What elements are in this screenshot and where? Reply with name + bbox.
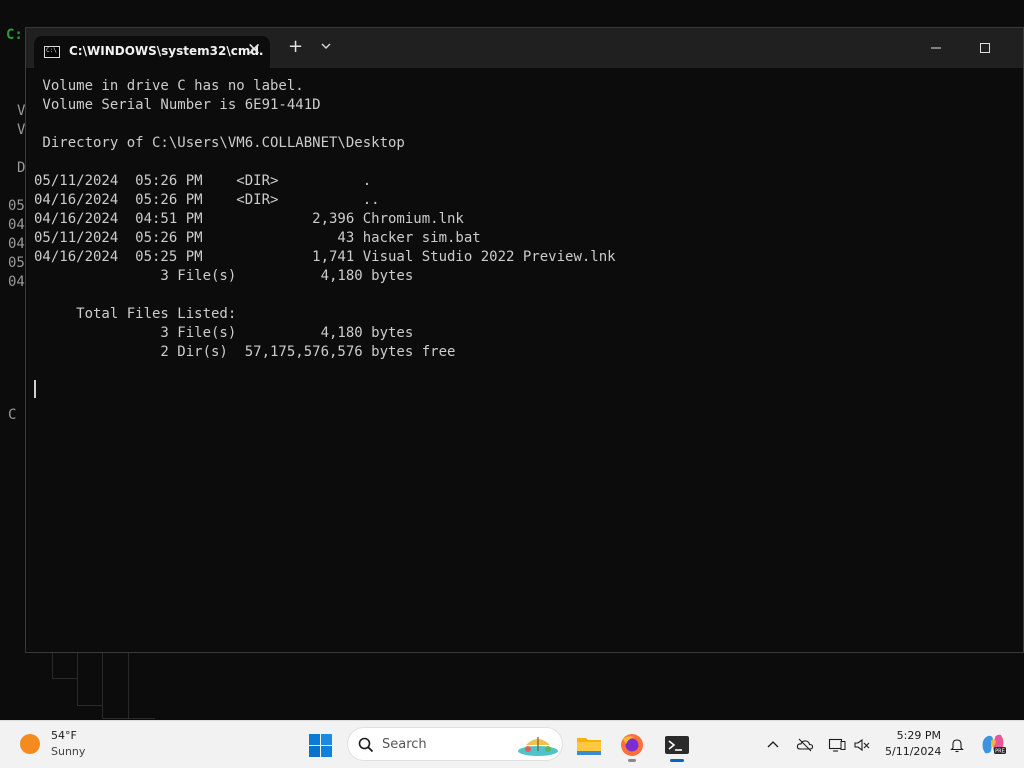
console-line: 2 Dir(s) 57,175,576,576 bytes free bbox=[34, 344, 456, 360]
tab-title: C:\WINDOWS\system32\cmd. bbox=[69, 44, 264, 58]
console-line: Volume Serial Number is 6E91-441D bbox=[34, 97, 321, 113]
console-line: 04/16/2024 05:25 PM 1,741 Visual Studio … bbox=[34, 249, 616, 265]
background-edge-text: C bbox=[8, 407, 17, 423]
search-icon bbox=[358, 737, 374, 753]
console-line: 3 File(s) 4,180 bytes bbox=[34, 268, 414, 284]
console-line: 05/11/2024 05:26 PM 43 hacker sim.bat bbox=[34, 230, 481, 246]
background-decoration bbox=[128, 653, 155, 719]
console-line: Volume in drive C has no label. bbox=[34, 78, 304, 94]
console-line: Directory of C:\Users\VM6.COLLABNET\Desk… bbox=[34, 135, 405, 151]
console-line: 04/16/2024 04:51 PM 2,396 Chromium.lnk bbox=[34, 211, 464, 227]
terminal-icon[interactable] bbox=[659, 727, 695, 763]
background-edge-text: 04 bbox=[8, 236, 25, 252]
weather-temperature: 54°F bbox=[51, 729, 77, 742]
terminal-window: C:\WINDOWS\system32\cmd. ✕ + Volume in d… bbox=[25, 27, 1024, 653]
search-highlight-icon bbox=[516, 731, 560, 757]
search-placeholder: Search bbox=[382, 737, 427, 752]
console-output[interactable]: Volume in drive C has no label. Volume S… bbox=[34, 77, 616, 362]
running-indicator bbox=[628, 759, 636, 762]
chevron-down-icon[interactable] bbox=[318, 38, 334, 54]
network-volume-icon[interactable] bbox=[853, 737, 871, 753]
minimize-button[interactable] bbox=[922, 34, 962, 62]
tab-cmd[interactable]: C:\WINDOWS\system32\cmd. ✕ bbox=[34, 36, 270, 68]
clock-time[interactable]: 5:29 PM bbox=[885, 729, 941, 742]
firefox-icon[interactable] bbox=[614, 727, 650, 763]
background-prompt-text: C: bbox=[6, 27, 23, 43]
background-edge-text: 05 bbox=[8, 198, 25, 214]
taskbar-search-box[interactable]: Search bbox=[347, 727, 563, 761]
new-tab-button[interactable]: + bbox=[288, 37, 303, 57]
clock-date[interactable]: 5/11/2024 bbox=[885, 745, 941, 758]
sun-icon bbox=[20, 734, 40, 754]
taskbar: 54°F Sunny Search 5:29 PM 5/11/2024 PRE bbox=[0, 720, 1024, 768]
terminal-tab-bar: C:\WINDOWS\system32\cmd. ✕ + bbox=[26, 28, 1023, 68]
console-line: 3 File(s) 4,180 bytes bbox=[34, 325, 414, 341]
background-decoration bbox=[102, 653, 128, 719]
background-edge-text: 04 bbox=[8, 274, 25, 290]
active-indicator bbox=[670, 759, 684, 762]
background-edge-text: 04 bbox=[8, 217, 25, 233]
background-decoration bbox=[52, 653, 78, 679]
copilot-icon[interactable]: PRE bbox=[978, 729, 1008, 759]
background-decoration bbox=[77, 653, 103, 706]
windows-start-icon[interactable] bbox=[309, 734, 332, 757]
background-edge-text: 05 bbox=[8, 255, 25, 271]
weather-condition: Sunny bbox=[51, 745, 86, 758]
tab-close-button[interactable]: ✕ bbox=[247, 40, 261, 60]
svg-text:PRE: PRE bbox=[995, 749, 1005, 755]
console-line: 04/16/2024 05:26 PM <DIR> .. bbox=[34, 192, 380, 208]
device-sync-icon[interactable] bbox=[828, 737, 846, 753]
console-line: 05/11/2024 05:26 PM <DIR> . bbox=[34, 173, 372, 189]
maximize-button[interactable] bbox=[968, 34, 1008, 62]
console-line: Total Files Listed: bbox=[34, 306, 237, 322]
text-cursor bbox=[34, 380, 36, 398]
cmd-icon bbox=[44, 46, 60, 58]
notification-bell-icon[interactable] bbox=[948, 737, 966, 753]
show-hidden-icons-chevron-up-icon[interactable] bbox=[764, 737, 782, 753]
onedrive-offline-icon[interactable] bbox=[796, 737, 814, 753]
file-explorer-icon[interactable] bbox=[571, 727, 607, 763]
